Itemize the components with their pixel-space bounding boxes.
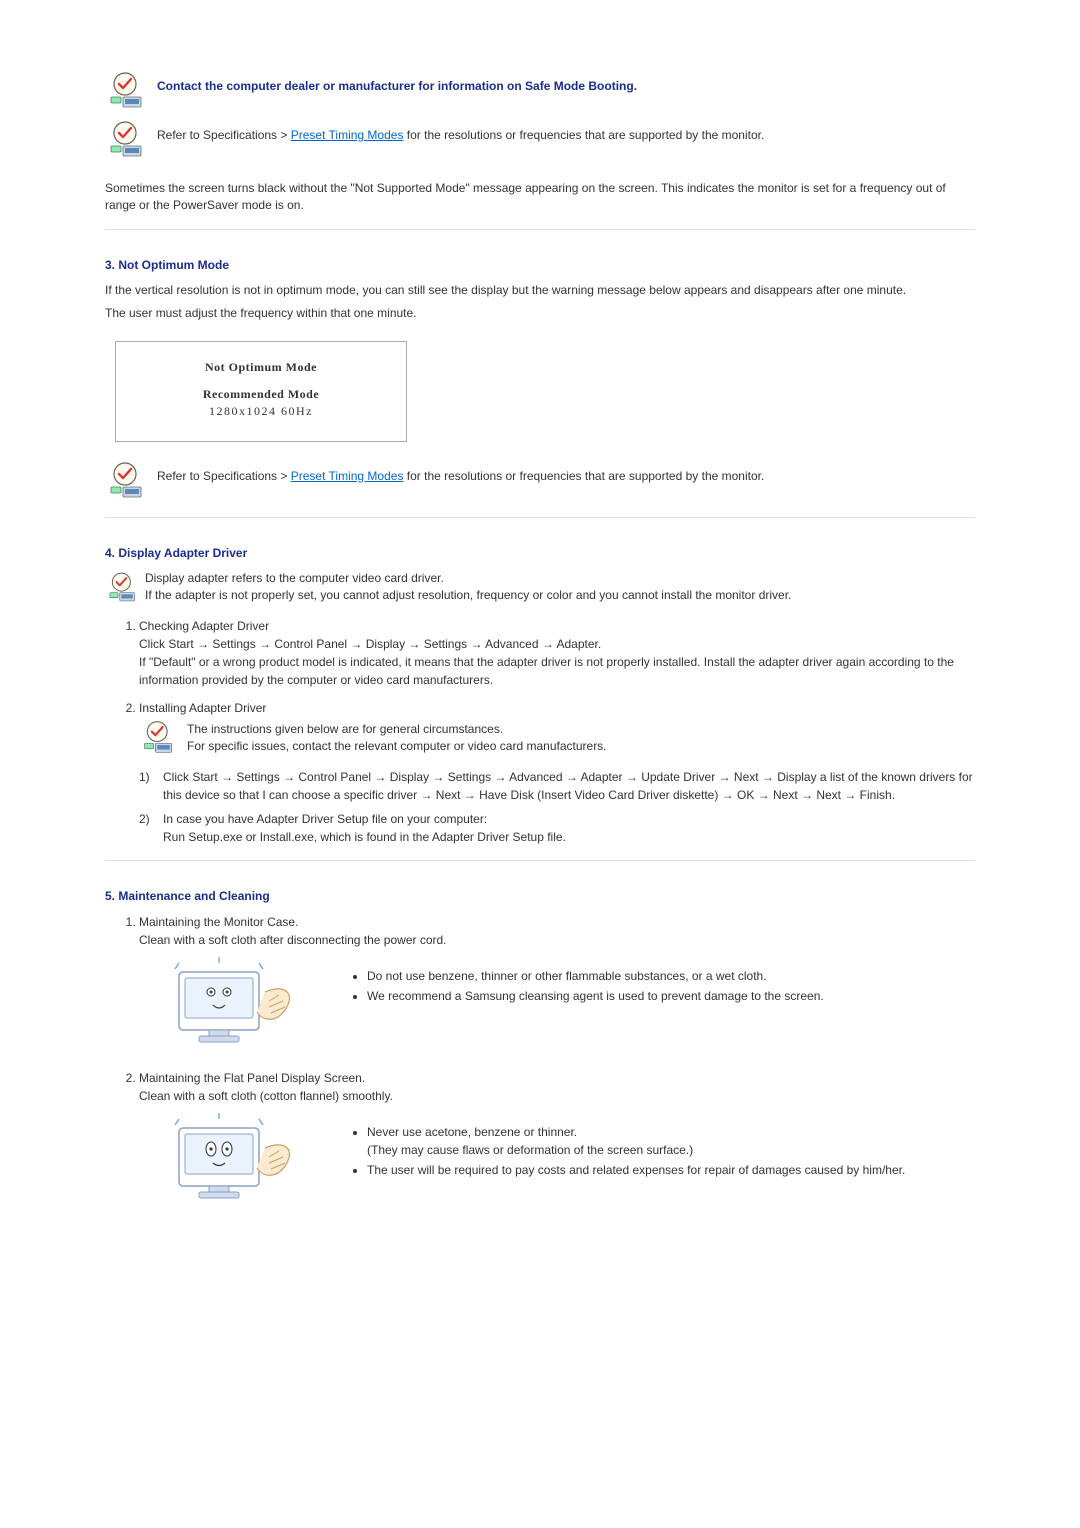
tip-specs-2-post: for the resolutions or frequencies that …	[403, 469, 764, 483]
maint1-b1: Do not use benzene, thinner or other fla…	[367, 967, 975, 985]
maint2-row: Never use acetone, benzene or thinner. (…	[169, 1113, 975, 1213]
tip-adapter-intro-text: Display adapter refers to the computer v…	[145, 570, 975, 605]
section-3-p2: The user must adjust the frequency withi…	[105, 305, 975, 322]
divider	[105, 229, 975, 230]
maint1-b2: We recommend a Samsung cleansing agent i…	[367, 987, 975, 1005]
checking-adapter-path: Click Start → Settings → Control Panel →…	[139, 637, 601, 651]
divider	[105, 860, 975, 861]
section-display-adapter: 4. Display Adapter Driver Display adapte…	[105, 546, 975, 861]
tip-specs-1: Refer to Specifications > Preset Timing …	[105, 119, 975, 162]
adapter-step-2-tip: The instructions given below are for gen…	[139, 719, 975, 760]
section-3-p1: If the vertical resolution is not in opt…	[105, 282, 975, 299]
maintenance-item-1: Maintaining the Monitor Case. Clean with…	[139, 913, 975, 1057]
adapter-steps: Checking Adapter Driver Click Start → Se…	[105, 617, 975, 846]
tip-specs-1-text: Refer to Specifications > Preset Timing …	[157, 119, 975, 144]
tip-specs-1-pre: Refer to Specifications >	[157, 128, 291, 142]
checkmark-monitor-icon	[139, 719, 187, 760]
maint1-l1: Maintaining the Monitor Case.	[139, 915, 298, 929]
mode-warning-box: Not Optimum Mode Recommended Mode 1280x1…	[115, 341, 407, 442]
adapter-step-1: Checking Adapter Driver Click Start → Se…	[139, 617, 975, 689]
adapter-step-2-title: Installing Adapter Driver	[139, 701, 266, 715]
tip-specs-2-pre: Refer to Specifications >	[157, 469, 291, 483]
install-substep-1-path: Click Start → Settings → Control Panel →…	[163, 770, 973, 802]
maint2-l1: Maintaining the Flat Panel Display Scree…	[139, 1071, 365, 1085]
monitor-cleaning-icon	[169, 1113, 319, 1213]
adapter-tip-l1: The instructions given below are for gen…	[187, 722, 503, 736]
checkmark-monitor-icon	[105, 460, 157, 503]
mode-line2: Recommended Mode	[126, 387, 396, 402]
section-not-optimum: 3. Not Optimum Mode If the vertical reso…	[105, 258, 975, 518]
maint2-b2: The user will be required to pay costs a…	[367, 1161, 975, 1179]
checkmark-monitor-icon	[105, 119, 157, 162]
section-5-title: 5. Maintenance and Cleaning	[105, 889, 975, 903]
maint2-b1: Never use acetone, benzene or thinner. (…	[367, 1123, 975, 1159]
section-3-title: 3. Not Optimum Mode	[105, 258, 975, 272]
adapter-intro-l2: If the adapter is not properly set, you …	[145, 588, 791, 602]
tip-adapter-intro: Display adapter refers to the computer v…	[105, 570, 975, 607]
monitor-cleaning-icon	[169, 957, 319, 1057]
adapter-step-2: Installing Adapter Driver The instructio…	[139, 699, 975, 846]
preset-timing-modes-link-2[interactable]: Preset Timing Modes	[291, 469, 404, 483]
install-substep-2: 2) In case you have Adapter Driver Setup…	[139, 810, 975, 846]
install-substep-2-l1: In case you have Adapter Driver Setup fi…	[163, 812, 487, 826]
maint2-bullets: Never use acetone, benzene or thinner. (…	[349, 1113, 975, 1181]
maint2-b1b: (They may cause flaws or deformation of …	[367, 1143, 693, 1157]
maint2-l2: Clean with a soft cloth (cotton flannel)…	[139, 1089, 393, 1103]
tip-specs-1-post: for the resolutions or frequencies that …	[403, 128, 764, 142]
maint1-bullets: Do not use benzene, thinner or other fla…	[349, 957, 975, 1007]
tip-specs-2: Refer to Specifications > Preset Timing …	[105, 460, 975, 503]
mode-line3: 1280x1024 60Hz	[126, 404, 396, 419]
maintenance-list: Maintaining the Monitor Case. Clean with…	[105, 913, 975, 1213]
page-content: Contact the computer dealer or manufactu…	[105, 0, 975, 1285]
install-substep-2-l2: Run Setup.exe or Install.exe, which is f…	[163, 830, 566, 844]
install-substep-1: 1) Click Start → Settings → Control Pane…	[139, 768, 975, 804]
maint2-b1a: Never use acetone, benzene or thinner.	[367, 1125, 577, 1139]
preset-timing-modes-link[interactable]: Preset Timing Modes	[291, 128, 404, 142]
tip-safe-mode-text: Contact the computer dealer or manufactu…	[157, 70, 975, 95]
divider	[105, 517, 975, 518]
section-4-title: 4. Display Adapter Driver	[105, 546, 975, 560]
checkmark-monitor-icon	[105, 570, 145, 607]
maintenance-item-2: Maintaining the Flat Panel Display Scree…	[139, 1069, 975, 1213]
install-substeps: 1) Click Start → Settings → Control Pane…	[139, 768, 975, 846]
tip-specs-2-text: Refer to Specifications > Preset Timing …	[157, 460, 975, 485]
section-maintenance: 5. Maintenance and Cleaning Maintaining …	[105, 889, 975, 1213]
checkmark-monitor-icon	[105, 70, 157, 113]
sometimes-note: Sometimes the screen turns black without…	[105, 180, 975, 215]
maint1-row: Do not use benzene, thinner or other fla…	[169, 957, 975, 1057]
tip-safe-mode: Contact the computer dealer or manufactu…	[105, 70, 975, 113]
maint1-l2: Clean with a soft cloth after disconnect…	[139, 933, 447, 947]
adapter-step-1-after: If "Default" or a wrong product model is…	[139, 655, 954, 687]
adapter-step-2-tip-text: The instructions given below are for gen…	[187, 719, 975, 756]
adapter-tip-l2: For specific issues, contact the relevan…	[187, 739, 607, 753]
adapter-step-1-title: Checking Adapter Driver	[139, 619, 269, 633]
mode-line1: Not Optimum Mode	[126, 360, 396, 375]
adapter-intro-l1: Display adapter refers to the computer v…	[145, 571, 444, 585]
